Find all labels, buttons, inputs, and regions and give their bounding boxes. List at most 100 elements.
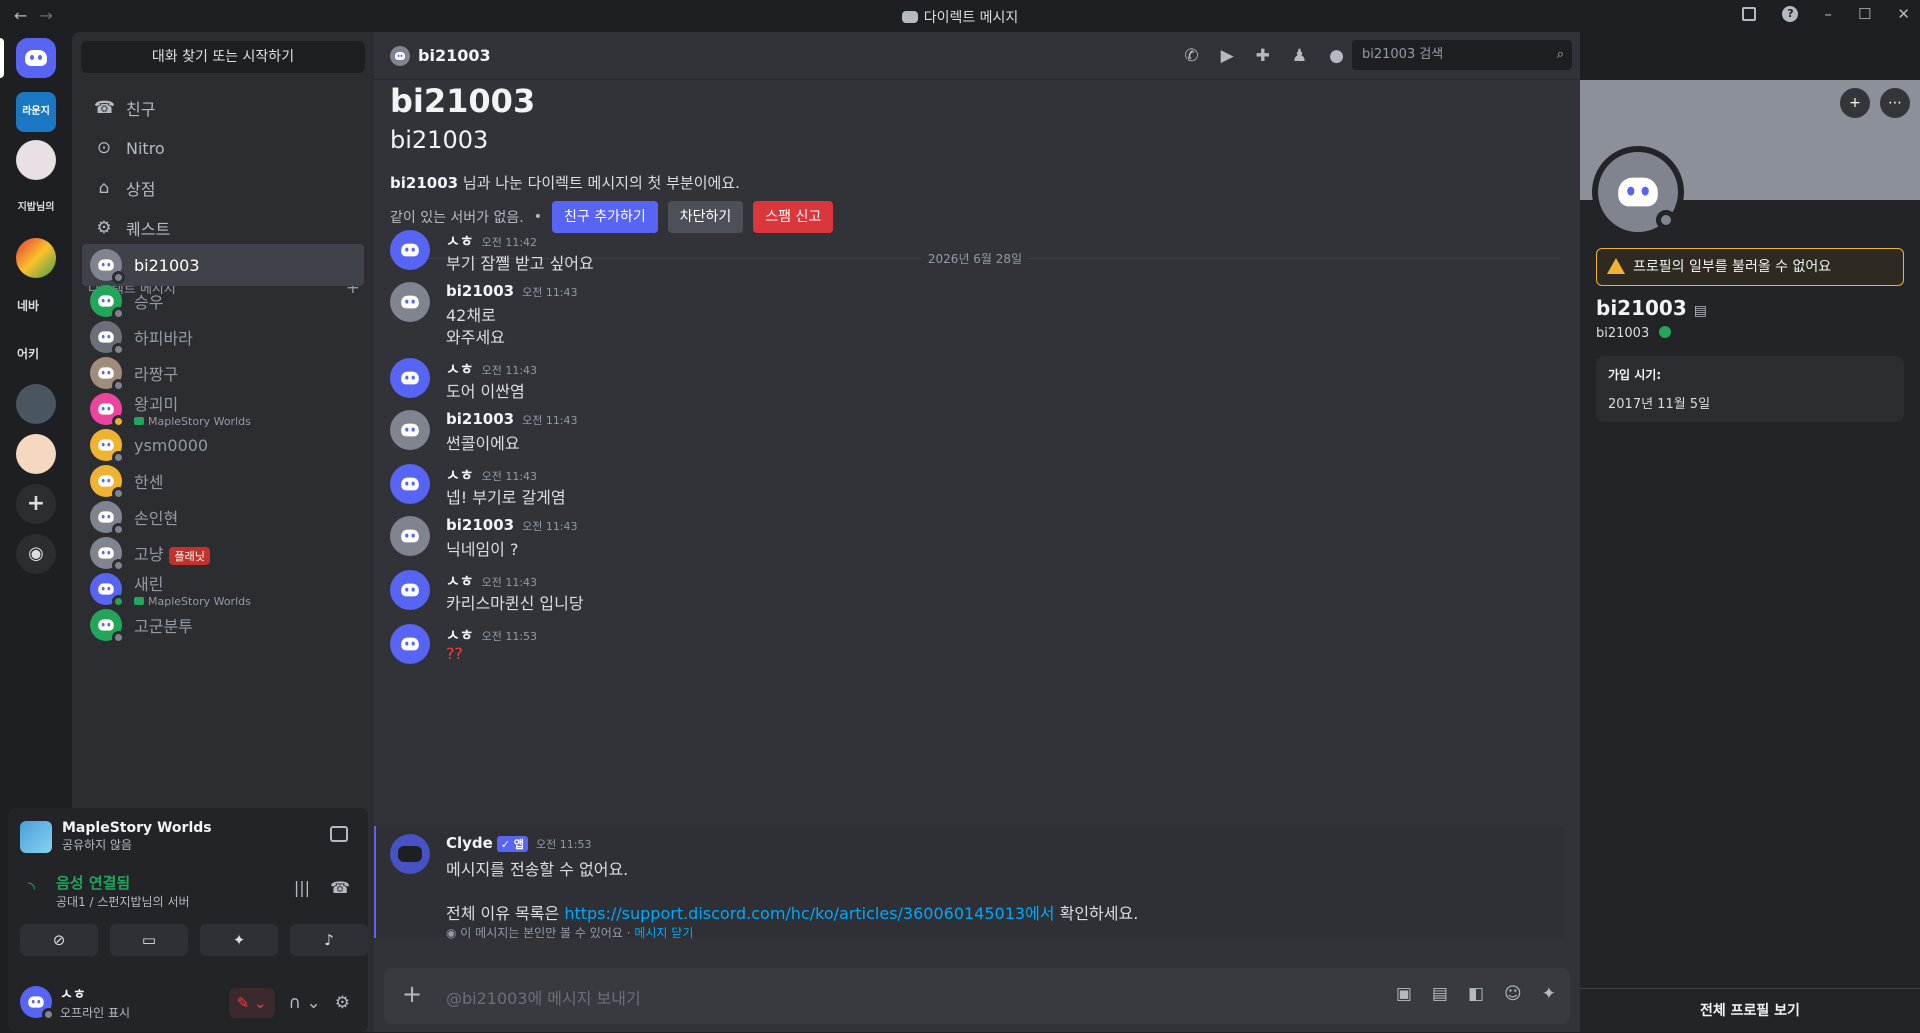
server-icon-2[interactable] [16, 140, 56, 180]
more-options-icon[interactable]: ⋯ [1880, 88, 1910, 118]
message-author[interactable]: bi21003 [446, 516, 514, 534]
apps-icon[interactable]: ✦ [1542, 984, 1556, 1004]
voice-status: ◝ 음성 연결됨 공대1 / 스펀지밥님의 서버 ||| ☎ [20, 872, 356, 910]
add-friend-button[interactable]: 친구 추가하기 [552, 201, 658, 233]
message-text: 닉네임이 ? [446, 540, 519, 559]
clyde-icon [398, 846, 422, 862]
gift-icon[interactable]: ▣ [1396, 984, 1412, 1004]
nav-quest[interactable]: ⚙ 퀘스트 [82, 208, 364, 248]
emoji-icon[interactable]: ☺ [1504, 984, 1522, 1004]
discord-icon [98, 295, 114, 307]
attach-plus-icon[interactable]: + [400, 982, 424, 1006]
discord-icon [401, 529, 419, 543]
noise-suppression-icon[interactable]: ||| [294, 878, 310, 897]
disconnect-icon[interactable]: ☎ [330, 878, 350, 897]
discord-icon [98, 439, 114, 451]
message-author[interactable]: ㅅㅎ [446, 360, 474, 378]
current-user[interactable]: ㅅㅎ 오프라인 표시 ✎ ⌄ ∩ ⌄ ⚙ [20, 978, 356, 1026]
add-server-icon[interactable]: + [16, 484, 56, 524]
server-icon-8[interactable] [16, 434, 56, 474]
message-author[interactable]: ㅅㅎ [446, 626, 474, 644]
conversation-search-button[interactable]: 대화 찾기 또는 시작하기 [81, 41, 365, 73]
report-spam-button[interactable]: 스팸 신고 [753, 201, 834, 233]
discord-icon [901, 11, 918, 23]
avatar[interactable] [390, 410, 430, 450]
message-author[interactable]: bi21003 [446, 410, 514, 428]
view-full-profile-button[interactable]: 전체 프로필 보기 [1580, 988, 1920, 1032]
message-time: 오전 11:53 [481, 630, 538, 643]
video-call-icon[interactable]: ▶ [1221, 46, 1234, 66]
block-button[interactable]: 차단하기 [667, 201, 744, 233]
add-friend-dm-icon[interactable]: ♟ [1292, 46, 1307, 66]
headphones-icon[interactable]: ∩ ⌄ [289, 993, 321, 1013]
message-author[interactable]: ㅅㅎ [446, 232, 474, 250]
server-icon-7[interactable] [16, 384, 56, 424]
avatar[interactable] [390, 230, 430, 270]
close-icon[interactable]: ✕ [1897, 5, 1910, 23]
share-screen-button[interactable]: ▭ [110, 924, 188, 956]
screen-share-icon[interactable] [330, 826, 348, 842]
server-icon-3[interactable]: 지밥님의 [16, 188, 56, 228]
settings-gear-icon[interactable]: ⚙ [335, 993, 350, 1013]
mute-mic-icon[interactable]: ✎ ⌄ [228, 988, 275, 1018]
message-composer[interactable]: + @bi21003에 메시지 보내기 ▣ ▤ ◧ ☺ ✦ [384, 968, 1570, 1024]
message-author[interactable]: ㅅㅎ [446, 572, 474, 590]
inbox-icon[interactable] [1742, 7, 1757, 21]
joined-label: 가입 시기: [1608, 368, 1662, 382]
member-since-card: 가입 시기: 2017년 11월 5일 [1596, 356, 1904, 422]
camera-off-button[interactable]: ⊘ [20, 924, 98, 956]
chat-header: bi21003 ✆ ▶ ✚ ♟ ● bi21003 검색 ⌕ [374, 32, 1580, 80]
server-icon-6[interactable]: 어키 [8, 334, 48, 374]
activity-card[interactable]: MapleStory Worlds 공유하지 않음 [20, 820, 356, 853]
avatar[interactable] [390, 464, 430, 504]
support-link[interactable]: https://support.discord.com/hc/ko/articl… [564, 904, 1054, 923]
signal-icon[interactable]: ◝ [28, 878, 35, 899]
chat-search-input[interactable]: bi21003 검색 ⌕ [1352, 40, 1572, 70]
help-icon[interactable]: ? [1782, 6, 1799, 22]
message-input[interactable]: @bi21003에 메시지 보내기 [446, 985, 641, 1009]
message-author[interactable]: Clyde [446, 834, 493, 852]
server-icon-1[interactable]: 라운지 [16, 92, 56, 132]
minimize-icon[interactable]: – [1824, 5, 1832, 23]
avatar[interactable] [390, 624, 430, 664]
voice-call-icon[interactable]: ✆ [1184, 46, 1198, 66]
message-author[interactable]: ㅅㅎ [446, 466, 474, 484]
nav-shop[interactable]: ⌂ 상점 [82, 168, 364, 208]
avatar [90, 501, 125, 536]
profile-avatar[interactable] [1592, 146, 1684, 238]
sticker-icon[interactable]: ◧ [1468, 984, 1484, 1004]
pin-icon[interactable]: ✚ [1256, 46, 1270, 66]
activities-button[interactable]: ✦ [200, 924, 278, 956]
maximize-icon[interactable]: ☐ [1858, 5, 1871, 23]
message-author[interactable]: bi21003 [446, 282, 514, 300]
dismiss-message-link[interactable]: 메시지 닫기 [634, 926, 693, 940]
message-time: 오전 11:42 [481, 236, 538, 249]
nav-friends[interactable]: ☎ 친구 [82, 88, 364, 128]
avatar[interactable] [390, 570, 430, 610]
discord-icon [98, 511, 114, 523]
message-time: 오전 11:43 [522, 520, 578, 533]
dm-item[interactable]: 고군분투 [82, 604, 364, 646]
user-profile-icon[interactable]: ● [1329, 46, 1344, 66]
server-icon-5[interactable]: 네바 [8, 286, 48, 326]
nitro-icon: ⊙ [96, 138, 112, 158]
activity-title: MapleStory Worlds [62, 820, 212, 836]
discord-icon [98, 259, 114, 271]
nav-nitro[interactable]: ⊙ Nitro [82, 128, 364, 168]
gif-icon[interactable]: ▤ [1432, 984, 1448, 1004]
discover-icon[interactable]: ◉ [16, 534, 56, 574]
avatar[interactable] [390, 282, 430, 322]
soundboard-button[interactable]: ♪ [290, 924, 368, 956]
note-icon[interactable]: ▤ [1694, 303, 1707, 319]
home-button[interactable] [16, 38, 56, 78]
status-dot [112, 631, 125, 644]
server-icon-4[interactable] [16, 238, 56, 278]
avatar[interactable] [390, 516, 430, 556]
add-friend-icon[interactable]: + [1840, 88, 1870, 118]
joined-value: 2017년 11월 5일 [1608, 397, 1711, 412]
friends-icon: ☎ [94, 98, 116, 118]
dm-name: 하피바라 [134, 329, 193, 348]
user-status: 오프라인 표시 [60, 1005, 131, 1020]
nav-label: 친구 [126, 100, 156, 119]
avatar[interactable] [390, 358, 430, 398]
